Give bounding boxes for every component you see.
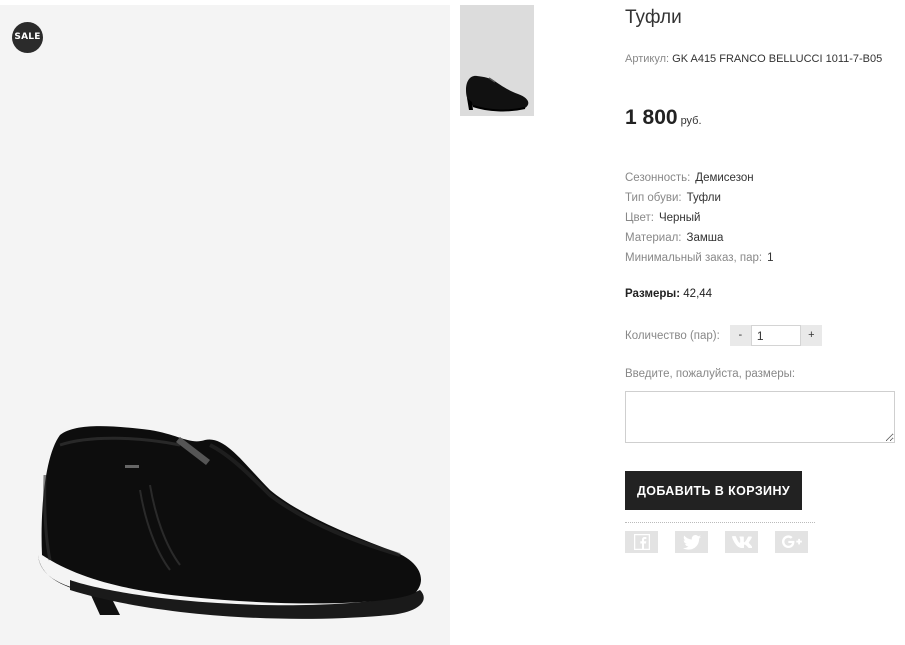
share-google-plus-button[interactable]	[775, 531, 808, 553]
add-to-cart-button[interactable]: ДОБАВИТЬ В КОРЗИНУ	[625, 471, 802, 510]
google-plus-icon	[781, 535, 802, 548]
property-value: 1	[767, 252, 774, 264]
main-product-image[interactable]: SALE	[0, 5, 450, 645]
sku-label: Артикул:	[625, 53, 670, 65]
property-value: Черный	[658, 212, 701, 224]
quantity-decrease-button[interactable]: -	[729, 325, 751, 346]
quantity-input[interactable]	[750, 325, 801, 346]
sizes-line: Размеры: 42,44	[625, 288, 712, 300]
property-label: Цвет:	[625, 212, 654, 224]
property-label: Тип обуви:	[625, 192, 682, 204]
size-textarea[interactable]	[625, 391, 895, 443]
property-label: Минимальный заказ, пар:	[625, 252, 763, 264]
shoe-thumbnail	[466, 75, 529, 112]
property-shoe-type: Тип обуви: Туфли	[625, 191, 774, 211]
product-page: SALE Туфли Артикул: GK A415 FRANCO BELLU…	[0, 0, 905, 645]
price-value: 1 800	[625, 106, 678, 129]
sizes-value: 42,44	[683, 288, 713, 300]
social-share	[625, 531, 825, 553]
property-value: Туфли	[686, 192, 721, 204]
divider	[625, 522, 815, 523]
sale-badge: SALE	[12, 22, 43, 53]
share-twitter-button[interactable]	[675, 531, 708, 553]
sizes-label: Размеры:	[625, 288, 681, 300]
quantity-stepper: Количество (пар): - +	[625, 325, 822, 346]
thumbnail-image[interactable]	[460, 5, 534, 116]
property-label: Сезонность:	[625, 172, 691, 184]
properties-list: Сезонность: Демисезон Тип обуви: Туфли Цве…	[625, 171, 774, 271]
price: 1 800 руб.	[625, 106, 702, 130]
size-input-prompt: Введите, пожалуйста, размеры:	[625, 368, 796, 380]
property-label: Материал:	[625, 232, 682, 244]
twitter-icon	[682, 534, 701, 550]
price-currency: руб.	[680, 115, 702, 127]
vk-icon	[731, 536, 752, 548]
sku-value: GK A415 FRANCO BELLUCCI 1011-7-B05	[672, 53, 883, 65]
shoe-image	[38, 426, 424, 619]
quantity-label: Количество (пар):	[625, 329, 720, 342]
property-value: Демисезон	[695, 172, 754, 184]
sku-line: Артикул: GK A415 FRANCO BELLUCCI 1011-7-…	[625, 53, 882, 65]
property-material: Материал: Замша	[625, 231, 774, 251]
property-color: Цвет: Черный	[625, 211, 774, 231]
quantity-increase-button[interactable]: +	[800, 325, 822, 346]
product-title: Туфли	[625, 7, 682, 28]
share-facebook-button[interactable]	[625, 531, 658, 553]
property-value: Замша	[686, 232, 724, 244]
facebook-icon	[633, 534, 650, 550]
property-min-order: Минимальный заказ, пар: 1	[625, 251, 774, 271]
property-season: Сезонность: Демисезон	[625, 171, 774, 191]
share-vk-button[interactable]	[725, 531, 758, 553]
